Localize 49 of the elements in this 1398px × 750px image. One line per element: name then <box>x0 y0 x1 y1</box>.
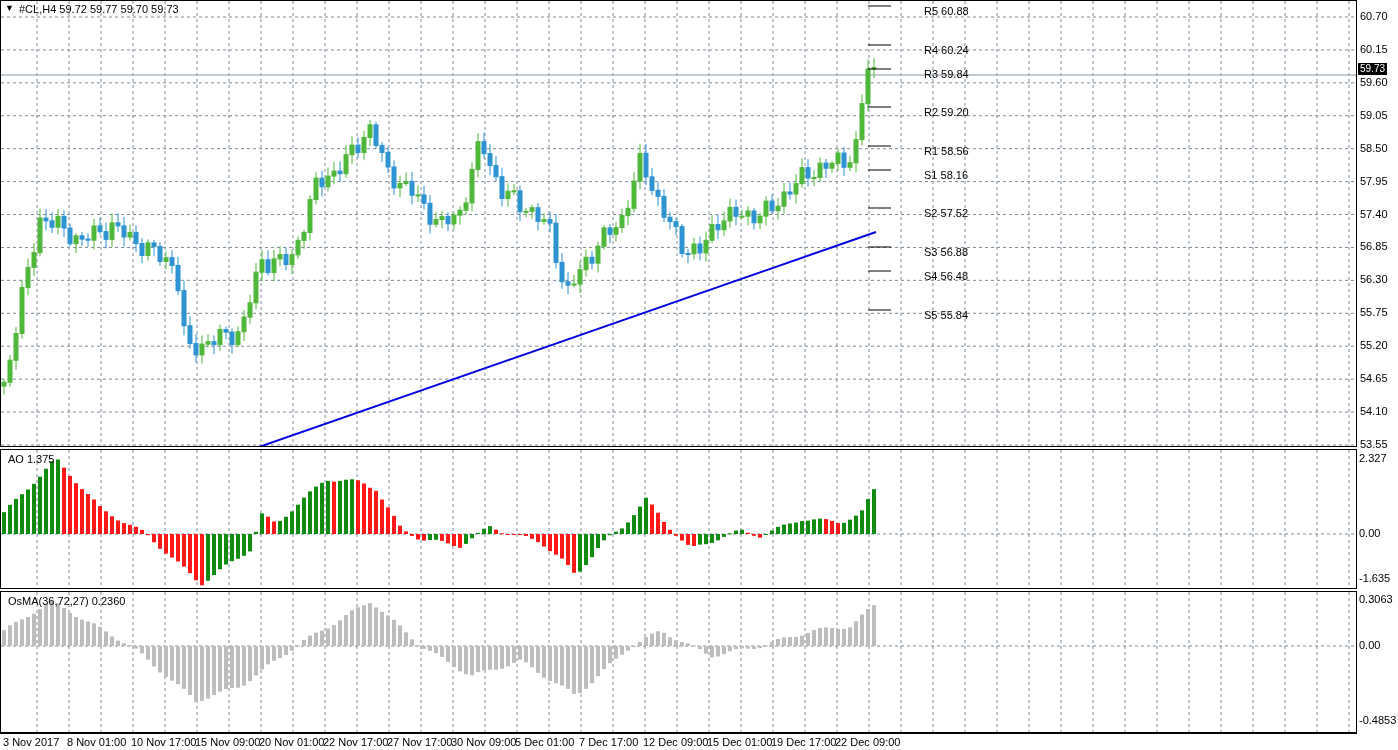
pivot-label: S5 55.84 <box>924 310 969 321</box>
time-axis-label: 30 Nov 09:00 <box>451 737 517 748</box>
time-axis-label: 10 Nov 17:00 <box>131 737 197 748</box>
price-axis-label: 53.55 <box>1360 438 1388 450</box>
current-price-label: 59.73 <box>1358 63 1388 75</box>
price-axis-label: 59.60 <box>1360 76 1388 88</box>
time-axis-label: 15 Nov 09:00 <box>195 737 261 748</box>
pivot-label: S1 58.16 <box>924 170 969 181</box>
pivot-label: R3 59.84 <box>924 69 969 80</box>
pivot-label: R2 59.20 <box>924 107 969 118</box>
menu-glyph[interactable]: ▼ <box>5 4 14 13</box>
time-axis-label: 20 Nov 01:00 <box>259 737 325 748</box>
price-axis-label: 55.20 <box>1360 340 1388 352</box>
symbol-label: #CL,H4 59.72 59.77 59.70 59.73 <box>19 4 179 15</box>
indicator-axis-label: -1.635 <box>1359 573 1391 584</box>
time-axis-label: 8 Nov 01:00 <box>67 737 127 748</box>
price-axis-label: 57.95 <box>1360 175 1388 187</box>
price-axis-label: 60.15 <box>1360 43 1388 55</box>
pivot-label: S4 56.48 <box>924 271 969 282</box>
time-axis-label: 7 Dec 17:00 <box>579 737 639 748</box>
price-axis-label: 54.10 <box>1360 406 1388 418</box>
indicator-axis-label: 2.327 <box>1359 453 1387 464</box>
time-axis-label: 3 Nov 2017 <box>3 737 60 748</box>
pivot-label: S3 56.88 <box>924 247 969 258</box>
indicator-axis-label: 0.00 <box>1359 528 1381 539</box>
price-axis-label: 58.50 <box>1360 142 1388 154</box>
indicator-title: OsMA(36,72,27) 0.2360 <box>8 596 126 607</box>
time-axis-label: 15 Dec 01:00 <box>707 737 773 748</box>
pivot-label: S2 57.52 <box>924 208 969 219</box>
price-axis-label: 55.75 <box>1360 307 1388 319</box>
indicator-axis-label: 0.00 <box>1359 640 1381 651</box>
price-axis-label: 54.65 <box>1360 373 1388 385</box>
time-axis-label: 12 Dec 09:00 <box>643 737 709 748</box>
price-axis-label: 56.85 <box>1360 241 1388 253</box>
time-axis-label: 5 Dec 01:00 <box>515 737 575 748</box>
time-axis-label: 27 Nov 17:00 <box>387 737 453 748</box>
time-axis-label: 22 Dec 09:00 <box>835 737 901 748</box>
price-axis-label: 56.30 <box>1360 274 1388 286</box>
indicator-axis-label: 0.3063 <box>1359 594 1393 605</box>
time-axis-label: 22 Nov 17:00 <box>323 737 389 748</box>
indicator-title: AO 1.375 <box>8 454 55 465</box>
price-axis-label: 59.05 <box>1360 109 1388 121</box>
time-axis-label: 19 Dec 17:00 <box>771 737 837 748</box>
price-axis-label: 60.70 <box>1360 11 1388 22</box>
indicator-axis-label: -0.4853 <box>1359 715 1397 726</box>
pivot-label: R1 58.56 <box>924 146 969 157</box>
price-axis-label: 57.40 <box>1360 208 1388 220</box>
pivot-label: R5 60.88 <box>924 6 969 17</box>
pivot-label: R4 60.24 <box>924 45 969 56</box>
